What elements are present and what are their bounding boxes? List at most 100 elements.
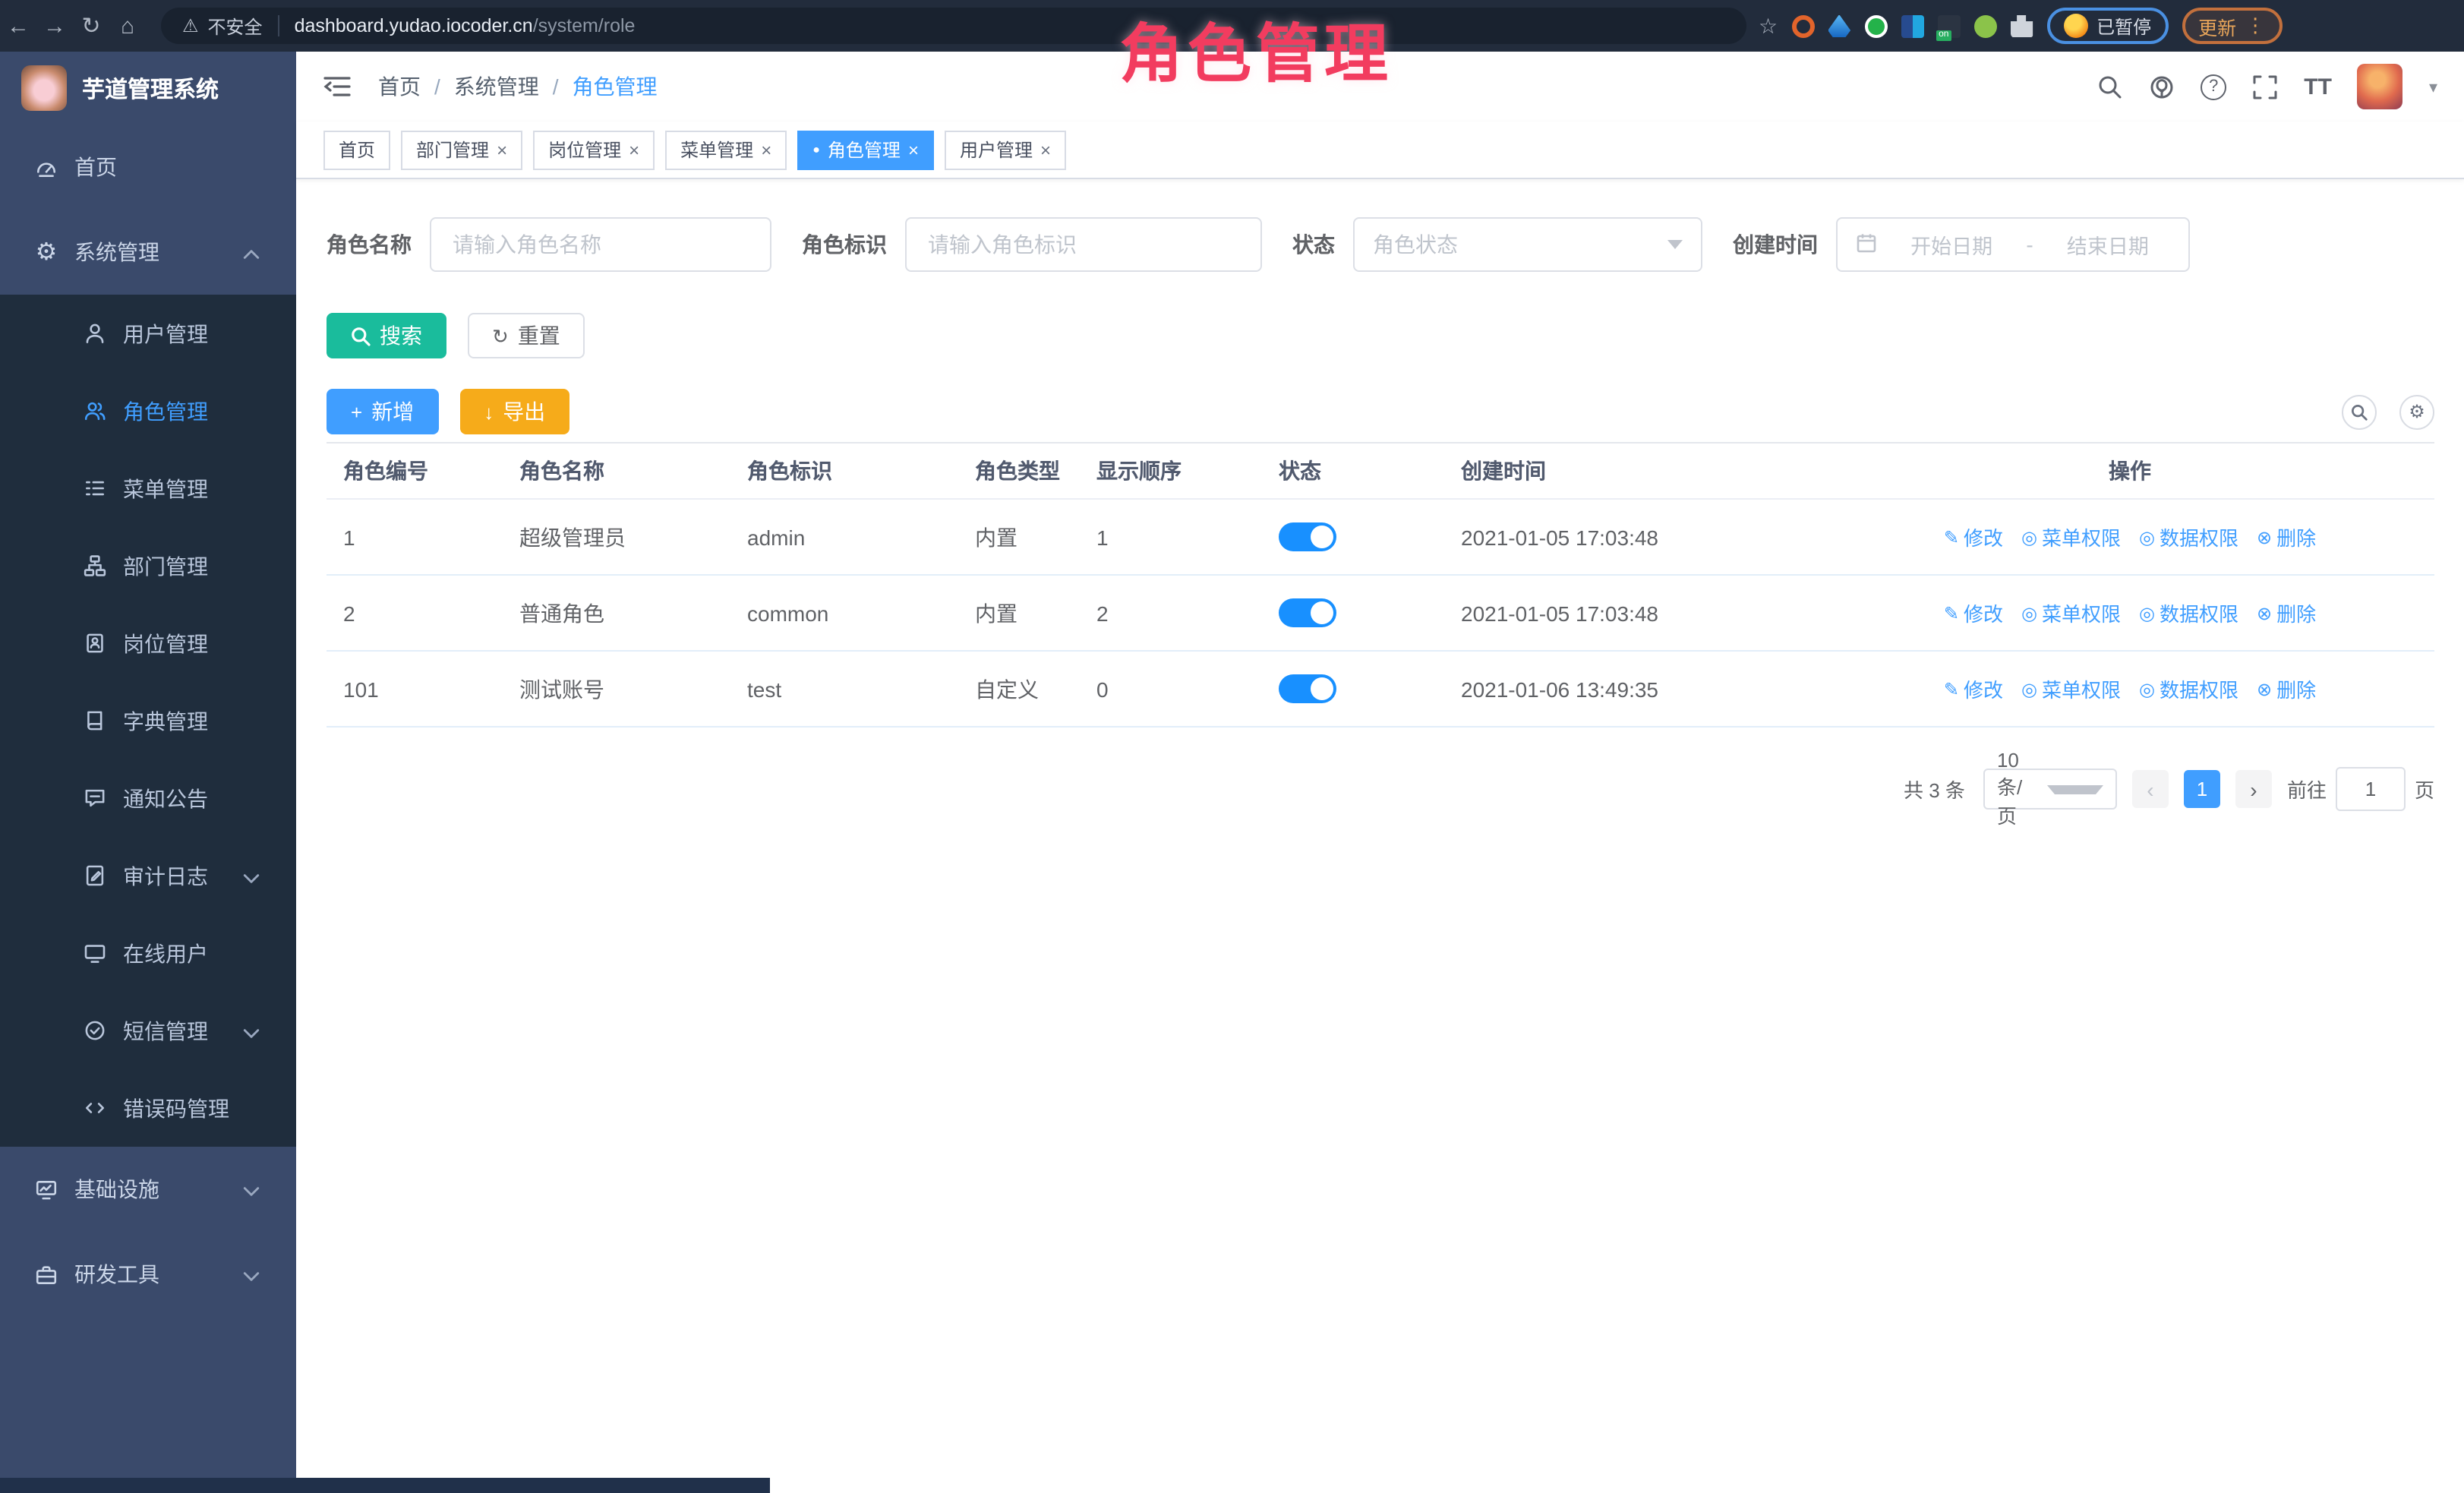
sidebar-item-dictionaries[interactable]: 字典管理 xyxy=(0,682,296,759)
not-secure-label[interactable]: 不安全 xyxy=(208,13,263,39)
menu-permission-link[interactable]: ◎菜单权限 xyxy=(2021,674,2121,703)
role-name-input[interactable] xyxy=(450,231,752,258)
date-separator: - xyxy=(2026,232,2033,257)
permission-icon: ◎ xyxy=(2139,680,2155,698)
sidebar-item-posts[interactable]: 岗位管理 xyxy=(0,604,296,682)
extension-icon[interactable] xyxy=(1901,14,1923,37)
data-permission-link[interactable]: ◎数据权限 xyxy=(2139,598,2238,627)
close-icon[interactable]: × xyxy=(761,139,771,160)
column-header: 操作 xyxy=(1809,456,2434,486)
toggle-search-button[interactable] xyxy=(2342,394,2377,429)
close-icon[interactable]: × xyxy=(629,139,639,160)
tab-departments[interactable]: 部门管理 × xyxy=(401,130,522,169)
profile-paused-pill[interactable]: 已暂停 xyxy=(2046,8,2168,44)
menu-permission-link[interactable]: ◎菜单权限 xyxy=(2021,522,2121,551)
extension-icon[interactable]: on xyxy=(1937,14,1960,37)
sidebar-item-audit-logs[interactable]: 审计日志 xyxy=(0,837,296,914)
edit-link[interactable]: ✎修改 xyxy=(1944,522,2003,551)
extension-icon[interactable] xyxy=(1828,14,1850,37)
breadcrumb-system[interactable]: 系统管理 xyxy=(454,71,539,102)
tab-roles-active[interactable]: ● 角色管理 × xyxy=(797,130,934,169)
sidebar-item-system[interactable]: ⚙ 系统管理 xyxy=(0,210,296,295)
sidebar-item-home[interactable]: 首页 xyxy=(0,125,296,210)
sidebar-item-dev-tools[interactable]: 研发工具 xyxy=(0,1232,296,1317)
role-key-input[interactable] xyxy=(925,231,1242,258)
add-button[interactable]: + 新增 xyxy=(327,389,438,434)
tab-posts[interactable]: 岗位管理 × xyxy=(533,130,655,169)
bookmark-star-icon[interactable]: ☆ xyxy=(1759,13,1778,39)
sidebar-item-departments[interactable]: 部门管理 xyxy=(0,527,296,604)
status-select[interactable]: 角色状态 xyxy=(1353,217,1702,272)
on-badge: on xyxy=(1936,30,1951,40)
close-icon[interactable]: × xyxy=(1040,139,1051,160)
start-date-placeholder[interactable]: 开始日期 xyxy=(1889,229,2014,260)
delete-link[interactable]: ⊗删除 xyxy=(2257,598,2316,627)
sidebar-item-roles[interactable]: 角色管理 xyxy=(0,372,296,450)
sidebar-item-label: 短信管理 xyxy=(123,1015,208,1046)
browser-back-icon[interactable]: ← xyxy=(0,13,36,39)
delete-link[interactable]: ⊗删除 xyxy=(2257,674,2316,703)
breadcrumb-home[interactable]: 首页 xyxy=(378,71,421,102)
sidebar-item-online-users[interactable]: 在线用户 xyxy=(0,914,296,992)
data-permission-link[interactable]: ◎数据权限 xyxy=(2139,522,2238,551)
browser-update-button[interactable]: 更新 ⋮ xyxy=(2182,8,2282,44)
extension-icon[interactable] xyxy=(1864,14,1887,37)
export-button[interactable]: ↓ 导出 xyxy=(459,389,569,434)
browser-reload-icon[interactable]: ↻ xyxy=(73,12,109,39)
close-icon[interactable]: × xyxy=(908,139,919,160)
close-icon[interactable]: × xyxy=(497,139,507,160)
next-page-button[interactable]: › xyxy=(2235,770,2272,808)
address-bar[interactable]: ⚠ 不安全 dashboard.yudao.iocoder.cn /system… xyxy=(161,8,1746,44)
prev-page-button[interactable]: ‹ xyxy=(2132,770,2169,808)
data-permission-link[interactable]: ◎数据权限 xyxy=(2139,674,2238,703)
page-size-value: 10条/页 xyxy=(1997,749,2038,829)
delete-label: 删除 xyxy=(2276,674,2316,703)
date-range-picker[interactable]: 开始日期 - 结束日期 xyxy=(1836,217,2190,272)
tab-home[interactable]: 首页 xyxy=(323,130,390,169)
status-toggle[interactable] xyxy=(1279,522,1336,551)
sidebar-item-announcements[interactable]: 通知公告 xyxy=(0,759,296,837)
tab-menus[interactable]: 菜单管理 × xyxy=(665,130,787,169)
menu-permission-link[interactable]: ◎菜单权限 xyxy=(2021,598,2121,627)
main-area: 首页 / 系统管理 / 角色管理 ? xyxy=(296,52,2464,1493)
sidebar-item-users[interactable]: 用户管理 xyxy=(0,295,296,372)
app-logo[interactable]: 芋道管理系统 xyxy=(0,52,296,125)
column-settings-button[interactable]: ⚙ xyxy=(2399,394,2434,429)
sidebar-collapse-icon[interactable] xyxy=(323,74,351,99)
delete-link[interactable]: ⊗删除 xyxy=(2257,522,2316,551)
search-icon[interactable] xyxy=(2097,74,2123,99)
status-label: 状态 xyxy=(1292,229,1335,260)
search-button[interactable]: 搜索 xyxy=(327,313,446,358)
status-toggle[interactable] xyxy=(1279,598,1336,627)
status-toggle[interactable] xyxy=(1279,674,1336,703)
font-size-icon[interactable]: TT xyxy=(2304,74,2332,99)
page-number-current[interactable]: 1 xyxy=(2184,770,2220,808)
browser-home-icon[interactable]: ⌂ xyxy=(109,13,146,39)
end-date-placeholder[interactable]: 结束日期 xyxy=(2046,229,2170,260)
role-name-input-wrap xyxy=(430,217,771,272)
page-content: 角色名称 角色标识 状态 角色状态 xyxy=(296,179,2464,1493)
reset-button[interactable]: ↻ 重置 xyxy=(468,313,585,358)
sidebar-item-sms[interactable]: 短信管理 xyxy=(0,992,296,1069)
page-size-select[interactable]: 10条/页 xyxy=(1983,769,2117,810)
sidebar-item-infrastructure[interactable]: 基础设施 xyxy=(0,1147,296,1232)
github-icon[interactable] xyxy=(2149,74,2175,99)
extension-icon[interactable] xyxy=(1791,14,1814,37)
tab-users[interactable]: 用户管理 × xyxy=(945,130,1066,169)
browser-forward-icon[interactable]: → xyxy=(36,13,73,39)
sidebar-item-error-codes[interactable]: 错误码管理 xyxy=(0,1069,296,1147)
column-header: 角色标识 xyxy=(730,456,958,486)
jump-page-input[interactable] xyxy=(2336,767,2406,811)
extension-icon[interactable] xyxy=(1973,14,1996,37)
edit-link[interactable]: ✎修改 xyxy=(1944,598,2003,627)
browser-menu-dots-icon[interactable]: ⋮ xyxy=(2245,14,2265,38)
tab-label: 首页 xyxy=(339,137,375,163)
sidebar-item-menus[interactable]: 菜单管理 xyxy=(0,450,296,527)
fullscreen-icon[interactable] xyxy=(2252,74,2278,99)
menu-permission-label: 菜单权限 xyxy=(2042,598,2121,627)
help-icon[interactable]: ? xyxy=(2201,74,2226,99)
avatar-caret-down-icon[interactable]: ▾ xyxy=(2429,77,2437,96)
user-avatar[interactable] xyxy=(2358,64,2403,109)
edit-link[interactable]: ✎修改 xyxy=(1944,674,2003,703)
extensions-puzzle-icon[interactable] xyxy=(2010,14,2033,37)
